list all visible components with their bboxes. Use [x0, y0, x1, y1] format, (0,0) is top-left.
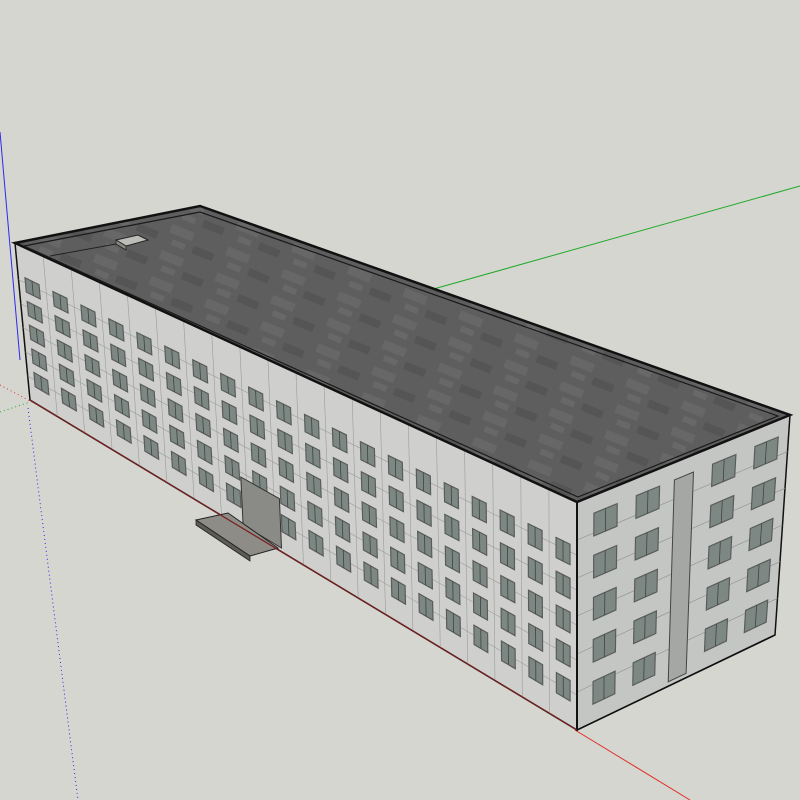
green-axis: [429, 185, 800, 291]
model-viewport[interactable]: [0, 0, 800, 800]
red-axis: [574, 729, 691, 800]
blue-axis-dotted: [27, 407, 79, 800]
green-axis-dotted: [0, 401, 31, 413]
building-scene[interactable]: [0, 0, 800, 800]
